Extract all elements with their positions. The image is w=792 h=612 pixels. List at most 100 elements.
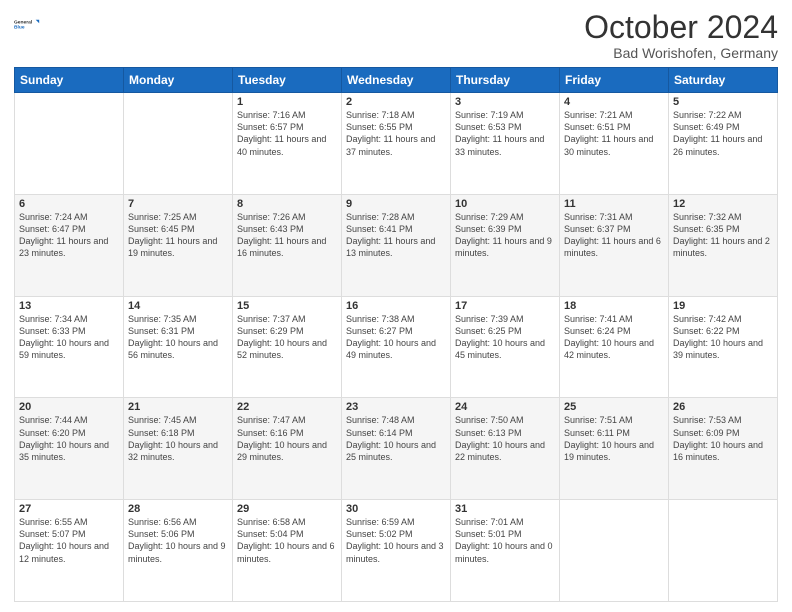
day-number: 19 [673, 300, 773, 312]
weekday-header-sunday: Sunday [15, 68, 124, 93]
calendar-day-16: 16Sunrise: 7:38 AM Sunset: 6:27 PM Dayli… [342, 296, 451, 398]
day-number: 3 [455, 96, 555, 108]
calendar-day-4: 4Sunrise: 7:21 AM Sunset: 6:51 PM Daylig… [560, 93, 669, 195]
day-info: Sunrise: 6:58 AM Sunset: 5:04 PM Dayligh… [237, 516, 337, 565]
day-number: 1 [237, 96, 337, 108]
calendar-day-6: 6Sunrise: 7:24 AM Sunset: 6:47 PM Daylig… [15, 194, 124, 296]
day-number: 27 [19, 503, 119, 515]
day-info: Sunrise: 7:39 AM Sunset: 6:25 PM Dayligh… [455, 313, 555, 362]
day-number: 20 [19, 401, 119, 413]
page: GeneralBlue October 2024 Bad Worishofen,… [0, 0, 792, 612]
day-number: 15 [237, 300, 337, 312]
day-info: Sunrise: 7:26 AM Sunset: 6:43 PM Dayligh… [237, 211, 337, 260]
day-info: Sunrise: 7:16 AM Sunset: 6:57 PM Dayligh… [237, 109, 337, 158]
calendar-day-12: 12Sunrise: 7:32 AM Sunset: 6:35 PM Dayli… [669, 194, 778, 296]
calendar-day-17: 17Sunrise: 7:39 AM Sunset: 6:25 PM Dayli… [451, 296, 560, 398]
day-info: Sunrise: 7:22 AM Sunset: 6:49 PM Dayligh… [673, 109, 773, 158]
day-info: Sunrise: 7:29 AM Sunset: 6:39 PM Dayligh… [455, 211, 555, 260]
day-number: 13 [19, 300, 119, 312]
calendar-day-15: 15Sunrise: 7:37 AM Sunset: 6:29 PM Dayli… [233, 296, 342, 398]
day-info: Sunrise: 7:53 AM Sunset: 6:09 PM Dayligh… [673, 414, 773, 463]
day-info: Sunrise: 7:47 AM Sunset: 6:16 PM Dayligh… [237, 414, 337, 463]
calendar-empty-cell [560, 500, 669, 602]
calendar-day-21: 21Sunrise: 7:45 AM Sunset: 6:18 PM Dayli… [124, 398, 233, 500]
day-number: 11 [564, 198, 664, 210]
day-number: 31 [455, 503, 555, 515]
day-number: 4 [564, 96, 664, 108]
calendar-day-28: 28Sunrise: 6:56 AM Sunset: 5:06 PM Dayli… [124, 500, 233, 602]
day-info: Sunrise: 7:48 AM Sunset: 6:14 PM Dayligh… [346, 414, 446, 463]
day-info: Sunrise: 7:32 AM Sunset: 6:35 PM Dayligh… [673, 211, 773, 260]
day-number: 29 [237, 503, 337, 515]
calendar-day-26: 26Sunrise: 7:53 AM Sunset: 6:09 PM Dayli… [669, 398, 778, 500]
day-number: 5 [673, 96, 773, 108]
day-number: 26 [673, 401, 773, 413]
calendar-week-row: 27Sunrise: 6:55 AM Sunset: 5:07 PM Dayli… [15, 500, 778, 602]
calendar-day-14: 14Sunrise: 7:35 AM Sunset: 6:31 PM Dayli… [124, 296, 233, 398]
day-info: Sunrise: 7:24 AM Sunset: 6:47 PM Dayligh… [19, 211, 119, 260]
calendar-day-25: 25Sunrise: 7:51 AM Sunset: 6:11 PM Dayli… [560, 398, 669, 500]
day-info: Sunrise: 7:28 AM Sunset: 6:41 PM Dayligh… [346, 211, 446, 260]
calendar-day-24: 24Sunrise: 7:50 AM Sunset: 6:13 PM Dayli… [451, 398, 560, 500]
day-info: Sunrise: 6:59 AM Sunset: 5:02 PM Dayligh… [346, 516, 446, 565]
calendar-day-11: 11Sunrise: 7:31 AM Sunset: 6:37 PM Dayli… [560, 194, 669, 296]
day-info: Sunrise: 7:01 AM Sunset: 5:01 PM Dayligh… [455, 516, 555, 565]
day-info: Sunrise: 7:38 AM Sunset: 6:27 PM Dayligh… [346, 313, 446, 362]
calendar-day-9: 9Sunrise: 7:28 AM Sunset: 6:41 PM Daylig… [342, 194, 451, 296]
day-info: Sunrise: 6:56 AM Sunset: 5:06 PM Dayligh… [128, 516, 228, 565]
calendar-day-7: 7Sunrise: 7:25 AM Sunset: 6:45 PM Daylig… [124, 194, 233, 296]
day-info: Sunrise: 7:45 AM Sunset: 6:18 PM Dayligh… [128, 414, 228, 463]
day-info: Sunrise: 7:21 AM Sunset: 6:51 PM Dayligh… [564, 109, 664, 158]
day-info: Sunrise: 7:35 AM Sunset: 6:31 PM Dayligh… [128, 313, 228, 362]
day-number: 8 [237, 198, 337, 210]
calendar-week-row: 13Sunrise: 7:34 AM Sunset: 6:33 PM Dayli… [15, 296, 778, 398]
day-number: 12 [673, 198, 773, 210]
day-number: 23 [346, 401, 446, 413]
day-info: Sunrise: 7:41 AM Sunset: 6:24 PM Dayligh… [564, 313, 664, 362]
day-info: Sunrise: 7:37 AM Sunset: 6:29 PM Dayligh… [237, 313, 337, 362]
calendar-week-row: 20Sunrise: 7:44 AM Sunset: 6:20 PM Dayli… [15, 398, 778, 500]
calendar-day-31: 31Sunrise: 7:01 AM Sunset: 5:01 PM Dayli… [451, 500, 560, 602]
calendar-day-3: 3Sunrise: 7:19 AM Sunset: 6:53 PM Daylig… [451, 93, 560, 195]
day-info: Sunrise: 7:51 AM Sunset: 6:11 PM Dayligh… [564, 414, 664, 463]
day-number: 30 [346, 503, 446, 515]
title-block: October 2024 Bad Worishofen, Germany [584, 10, 778, 61]
location-subtitle: Bad Worishofen, Germany [584, 45, 778, 61]
day-number: 10 [455, 198, 555, 210]
day-info: Sunrise: 7:31 AM Sunset: 6:37 PM Dayligh… [564, 211, 664, 260]
weekday-header-thursday: Thursday [451, 68, 560, 93]
day-number: 16 [346, 300, 446, 312]
calendar-day-20: 20Sunrise: 7:44 AM Sunset: 6:20 PM Dayli… [15, 398, 124, 500]
weekday-header-monday: Monday [124, 68, 233, 93]
weekday-header-row: SundayMondayTuesdayWednesdayThursdayFrid… [15, 68, 778, 93]
day-info: Sunrise: 6:55 AM Sunset: 5:07 PM Dayligh… [19, 516, 119, 565]
logo-icon: GeneralBlue [14, 10, 42, 38]
day-number: 6 [19, 198, 119, 210]
day-number: 2 [346, 96, 446, 108]
weekday-header-friday: Friday [560, 68, 669, 93]
day-number: 22 [237, 401, 337, 413]
weekday-header-saturday: Saturday [669, 68, 778, 93]
day-number: 25 [564, 401, 664, 413]
svg-text:Blue: Blue [14, 25, 25, 31]
calendar-day-2: 2Sunrise: 7:18 AM Sunset: 6:55 PM Daylig… [342, 93, 451, 195]
calendar-empty-cell [124, 93, 233, 195]
day-number: 21 [128, 401, 228, 413]
day-number: 24 [455, 401, 555, 413]
day-info: Sunrise: 7:44 AM Sunset: 6:20 PM Dayligh… [19, 414, 119, 463]
calendar-day-22: 22Sunrise: 7:47 AM Sunset: 6:16 PM Dayli… [233, 398, 342, 500]
day-number: 28 [128, 503, 228, 515]
calendar-day-30: 30Sunrise: 6:59 AM Sunset: 5:02 PM Dayli… [342, 500, 451, 602]
calendar-empty-cell [15, 93, 124, 195]
day-info: Sunrise: 7:42 AM Sunset: 6:22 PM Dayligh… [673, 313, 773, 362]
day-info: Sunrise: 7:19 AM Sunset: 6:53 PM Dayligh… [455, 109, 555, 158]
calendar-week-row: 1Sunrise: 7:16 AM Sunset: 6:57 PM Daylig… [15, 93, 778, 195]
month-title: October 2024 [584, 10, 778, 45]
calendar-day-18: 18Sunrise: 7:41 AM Sunset: 6:24 PM Dayli… [560, 296, 669, 398]
calendar-day-13: 13Sunrise: 7:34 AM Sunset: 6:33 PM Dayli… [15, 296, 124, 398]
calendar-day-27: 27Sunrise: 6:55 AM Sunset: 5:07 PM Dayli… [15, 500, 124, 602]
weekday-header-wednesday: Wednesday [342, 68, 451, 93]
calendar-day-5: 5Sunrise: 7:22 AM Sunset: 6:49 PM Daylig… [669, 93, 778, 195]
calendar-day-1: 1Sunrise: 7:16 AM Sunset: 6:57 PM Daylig… [233, 93, 342, 195]
header: GeneralBlue October 2024 Bad Worishofen,… [14, 10, 778, 61]
